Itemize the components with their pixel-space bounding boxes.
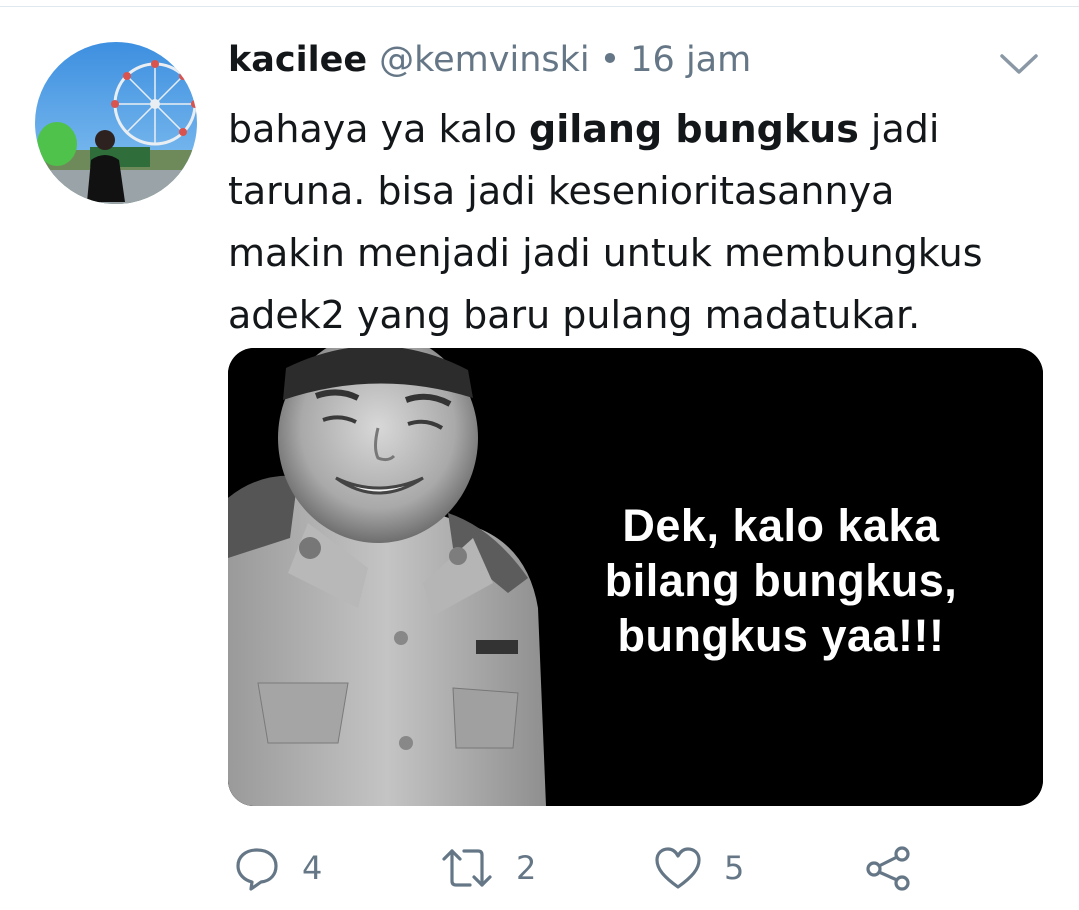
top-divider bbox=[0, 0, 1079, 7]
meme-caption-line-2: bilang bungkus, bbox=[604, 555, 958, 606]
meme-caption: Dek, kalo kaka bilang bungkus, bungkus y… bbox=[546, 498, 1016, 663]
tweet-text-highlight: gilang bungkus bbox=[529, 107, 859, 151]
like-count: 5 bbox=[724, 849, 745, 887]
share-button[interactable] bbox=[864, 838, 912, 898]
tweet-header: kacilee @kemvinski • 16 jam bbox=[228, 40, 751, 90]
like-button[interactable]: 5 bbox=[654, 838, 744, 898]
meme-caption-line-3: bungkus yaa!!! bbox=[617, 610, 945, 661]
reply-icon bbox=[234, 845, 280, 891]
retweet-button[interactable]: 2 bbox=[440, 838, 536, 898]
heart-icon bbox=[654, 845, 702, 891]
tweet-text: bahaya ya kalo gilang bungkus jadi tarun… bbox=[228, 98, 1018, 346]
chevron-down-icon[interactable] bbox=[998, 48, 1040, 78]
share-icon bbox=[864, 845, 912, 891]
reply-button[interactable]: 4 bbox=[234, 838, 322, 898]
avatar[interactable] bbox=[35, 42, 197, 204]
tweet-media-image[interactable]: Dek, kalo kaka bilang bungkus, bungkus y… bbox=[228, 348, 1043, 806]
tweet-text-part-1: bahaya ya kalo bbox=[228, 107, 529, 151]
retweet-icon bbox=[440, 845, 494, 891]
reply-count: 4 bbox=[302, 849, 323, 887]
user-handle[interactable]: @kemvinski bbox=[379, 40, 590, 80]
retweet-count: 2 bbox=[516, 849, 537, 887]
tweet-actions: 4 2 5 bbox=[228, 838, 1018, 898]
display-name[interactable]: kacilee bbox=[228, 40, 367, 80]
timestamp[interactable]: 16 jam bbox=[630, 40, 751, 80]
meme-caption-line-1: Dek, kalo kaka bbox=[622, 500, 940, 551]
avatar-image bbox=[35, 42, 197, 204]
separator-dot: • bbox=[599, 40, 621, 80]
